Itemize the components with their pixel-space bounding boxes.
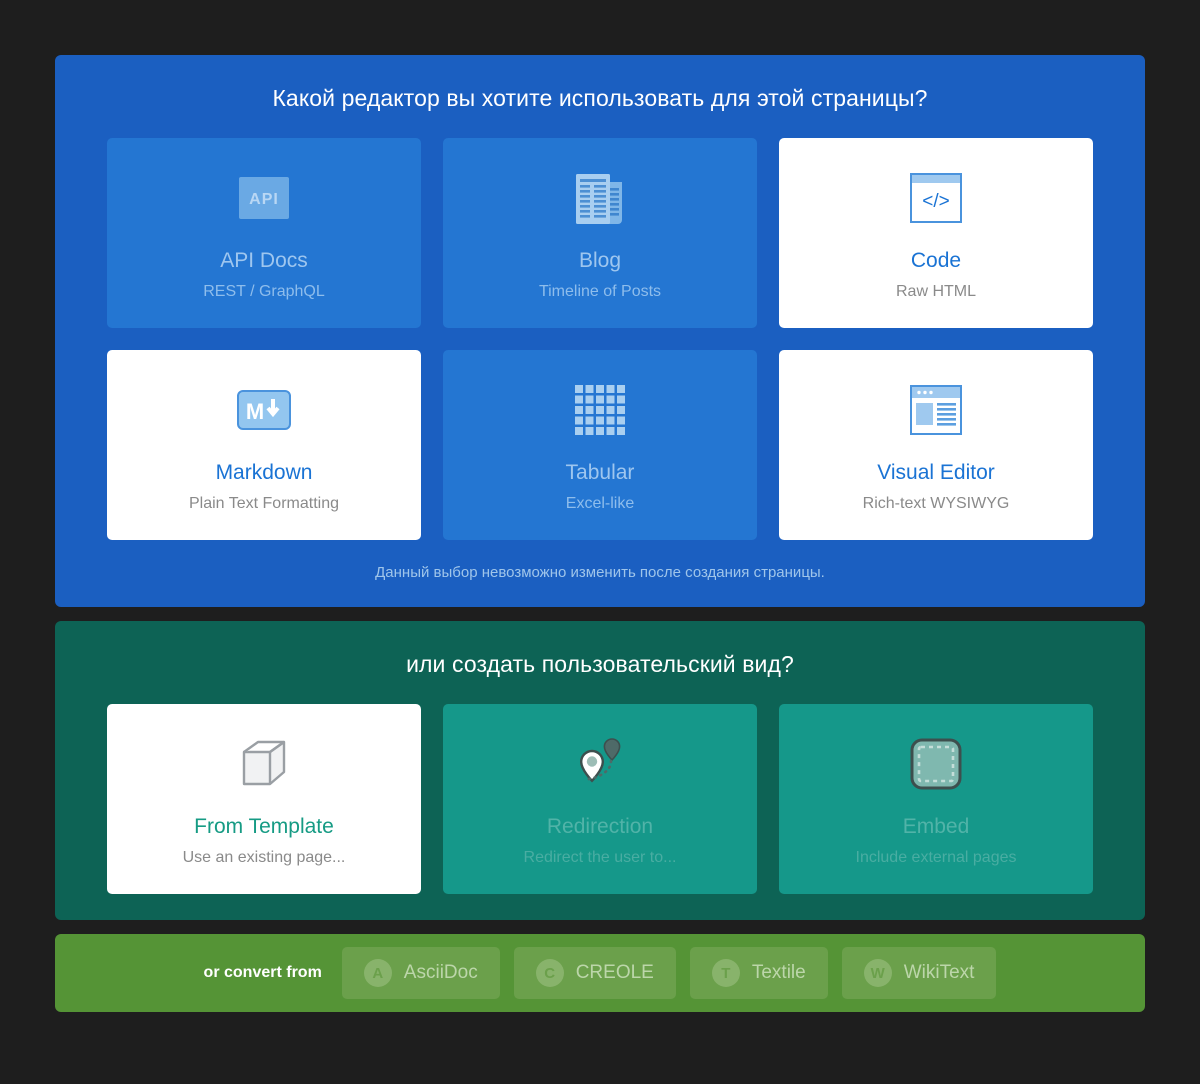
api-badge-icon: API bbox=[239, 165, 289, 231]
editor-card-subtitle: Raw HTML bbox=[895, 283, 976, 301]
custom-card-title: Redirection bbox=[546, 815, 654, 839]
convert-chip-creole[interactable]: C CREOLE bbox=[513, 947, 676, 999]
code-window-icon: </> bbox=[910, 165, 962, 231]
editor-card-subtitle: Timeline of Posts bbox=[538, 283, 662, 301]
creole-badge-icon: C bbox=[535, 959, 564, 987]
editor-card-title: Code bbox=[910, 249, 962, 273]
svg-text:M: M bbox=[246, 399, 264, 424]
svg-text:</>: </> bbox=[922, 191, 949, 212]
wikitext-badge-icon: W bbox=[863, 959, 892, 987]
cube-icon bbox=[238, 731, 290, 797]
svg-text:API: API bbox=[249, 191, 279, 208]
editors-panel-note: Данный выбор невозможно изменить после с… bbox=[375, 564, 825, 581]
dashed-square-icon bbox=[910, 731, 962, 797]
convert-chip-label: AsciiDoc bbox=[403, 962, 478, 983]
editor-card-title: Blog bbox=[578, 249, 622, 273]
editor-card-subtitle: Plain Text Formatting bbox=[189, 495, 339, 513]
editors-grid-row-1: API API Docs REST / GraphQL Blog Timelin… bbox=[107, 138, 1093, 328]
convert-chip-label: Textile bbox=[751, 962, 806, 983]
custom-card-redirection[interactable]: Redirection Redirect the user to... bbox=[443, 704, 757, 894]
editors-grid-row-2: M Markdown Plain Text Formatting Tabular… bbox=[107, 350, 1093, 540]
custom-card-title: Embed bbox=[902, 815, 970, 839]
map-pins-icon bbox=[571, 731, 629, 797]
custom-card-title: From Template bbox=[194, 815, 334, 839]
custom-panel-title: или создать пользовательский вид? bbox=[406, 651, 794, 677]
editor-card-title: API Docs bbox=[220, 249, 308, 273]
editor-chooser-page: Какой редактор вы хотите использовать дл… bbox=[0, 0, 1200, 1084]
editors-panel: Какой редактор вы хотите использовать дл… bbox=[55, 55, 1145, 607]
markdown-icon: M bbox=[237, 377, 291, 443]
editor-card-title: Visual Editor bbox=[877, 461, 995, 485]
editor-card-blog[interactable]: Blog Timeline of Posts bbox=[443, 138, 757, 328]
convert-chip-label: CREOLE bbox=[575, 962, 654, 983]
editor-card-subtitle: Excel-like bbox=[565, 495, 635, 513]
browser-layout-icon bbox=[910, 377, 962, 443]
convert-bar-label: or convert from bbox=[203, 964, 322, 981]
custom-card-subtitle: Redirect the user to... bbox=[523, 849, 677, 867]
editor-card-tabular[interactable]: Tabular Excel-like bbox=[443, 350, 757, 540]
editors-panel-title: Какой редактор вы хотите использовать дл… bbox=[272, 85, 928, 111]
newspaper-icon bbox=[572, 165, 628, 231]
convert-bar: or convert from A AsciiDoc C CREOLE T Te… bbox=[55, 934, 1145, 1012]
editor-card-subtitle: Rich-text WYSIWYG bbox=[862, 495, 1010, 513]
convert-chip-textile[interactable]: T Textile bbox=[689, 947, 828, 999]
editor-card-api-docs[interactable]: API API Docs REST / GraphQL bbox=[107, 138, 421, 328]
editor-card-subtitle: REST / GraphQL bbox=[203, 283, 325, 301]
editor-card-markdown[interactable]: M Markdown Plain Text Formatting bbox=[107, 350, 421, 540]
custom-card-embed[interactable]: Embed Include external pages bbox=[779, 704, 1093, 894]
textile-badge-icon: T bbox=[711, 959, 740, 987]
editor-card-visual-editor[interactable]: Visual Editor Rich-text WYSIWYG bbox=[779, 350, 1093, 540]
convert-chip-label: WikiText bbox=[903, 962, 975, 983]
editor-card-title: Markdown bbox=[215, 461, 313, 485]
convert-chip-asciidoc[interactable]: A AsciiDoc bbox=[341, 947, 500, 999]
asciidoc-badge-icon: A bbox=[363, 959, 392, 987]
custom-card-subtitle: Include external pages bbox=[855, 849, 1017, 867]
custom-grid: From Template Use an existing page... Re… bbox=[107, 704, 1093, 894]
custom-card-from-template[interactable]: From Template Use an existing page... bbox=[107, 704, 421, 894]
custom-panel: или создать пользовательский вид? From T… bbox=[55, 621, 1145, 920]
grid-table-icon bbox=[575, 377, 625, 443]
custom-card-subtitle: Use an existing page... bbox=[182, 849, 346, 867]
editor-card-code[interactable]: </> Code Raw HTML bbox=[779, 138, 1093, 328]
convert-chip-wikitext[interactable]: W WikiText bbox=[841, 947, 997, 999]
editor-card-title: Tabular bbox=[565, 461, 635, 485]
